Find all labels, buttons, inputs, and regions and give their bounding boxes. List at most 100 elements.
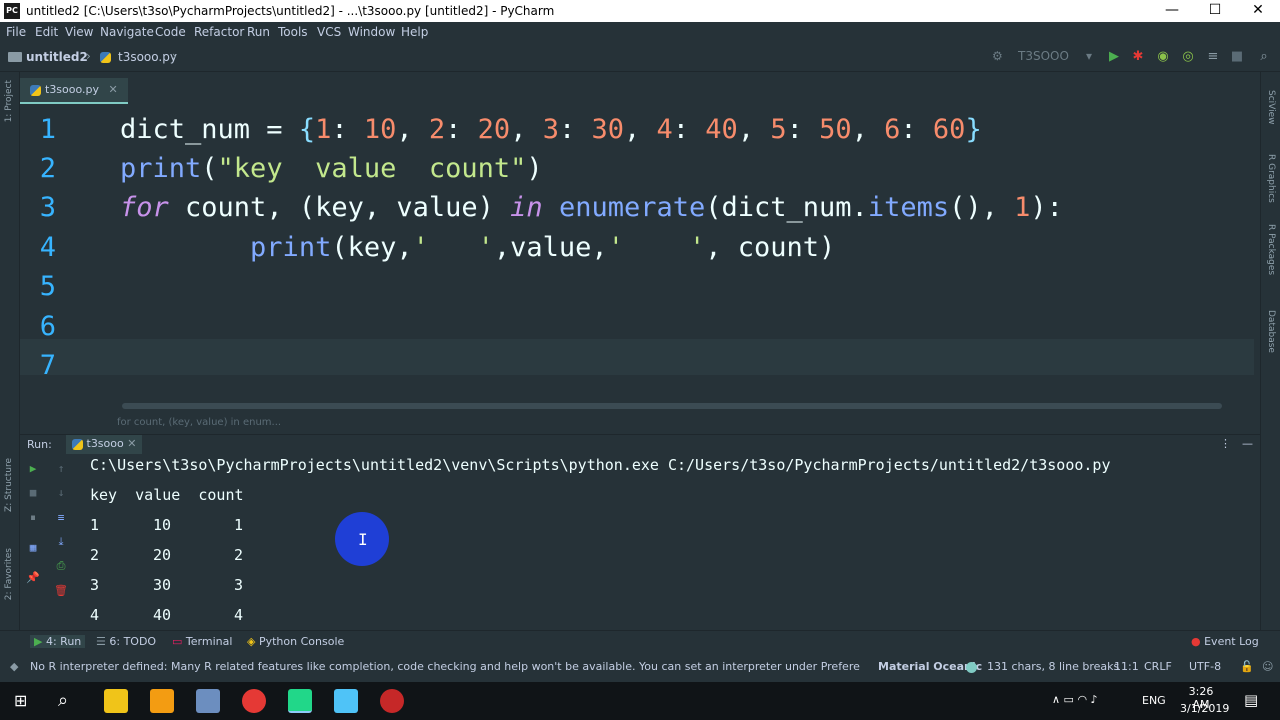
language-indicator[interactable]: ENG — [1142, 694, 1166, 707]
breadcrumb-project[interactable]: untitled2 — [26, 50, 88, 64]
code-editor[interactable]: 1 2 3 4 5 6 7 dict_num = {1: 10, 2: 20, … — [20, 108, 1260, 408]
run-config-select[interactable]: ⚙ T3SOOO ▾ — [986, 48, 1098, 66]
coverage-icon[interactable]: ◉ — [1155, 49, 1171, 65]
line-number: 4 — [39, 232, 56, 263]
debug-icon[interactable]: ✱ — [1130, 49, 1146, 65]
menu-run[interactable]: Run — [247, 25, 270, 39]
line-separator[interactable]: CRLF — [1144, 660, 1172, 673]
run-panel-header: Run: t3sooo ✕ ⋮ — — [20, 434, 1260, 455]
menu-tools[interactable]: Tools — [278, 25, 308, 39]
run-console[interactable]: ▶ ↑ ■ ↓ ⏸ ≡ ▦ ⤓ ⎙ 📌 🗑 C:\Users\t3so\Pych… — [20, 454, 1260, 630]
breadcrumb-file[interactable]: t3sooo.py — [118, 50, 177, 64]
down-arrow-icon[interactable]: ↓ — [54, 486, 68, 500]
chevron-right-icon: › — [86, 49, 91, 63]
close-icon[interactable]: ✕ — [127, 437, 136, 450]
hide-panel-icon[interactable]: — — [1242, 437, 1253, 450]
menu-edit[interactable]: Edit — [35, 25, 58, 39]
search-everywhere-icon[interactable]: ⌕ — [1256, 49, 1272, 65]
opera-icon[interactable] — [242, 689, 266, 713]
r-packages-tool-tab[interactable]: R Packages — [1266, 224, 1276, 275]
record-icon[interactable] — [380, 689, 404, 713]
tab-python-console-label: Python Console — [258, 635, 345, 648]
menu-window[interactable]: Window — [348, 25, 395, 39]
menu-bar: File Edit View Navigate Code Refactor Ru… — [0, 22, 1280, 44]
python-file-icon — [100, 52, 111, 63]
line-number: 3 — [39, 192, 56, 223]
run-icon[interactable]: ▶ — [1106, 49, 1122, 65]
tab-t3sooo[interactable]: t3sooo.py ✕ — [20, 78, 128, 104]
pin-icon[interactable]: 📌 — [26, 571, 40, 585]
pause-icon[interactable]: ⏸ — [26, 511, 40, 525]
tab-event-log[interactable]: ● Event Log — [1191, 635, 1259, 648]
windows-taskbar: ⊞ ⌕ ∧ ▭ ◠ ♪ ENG 3:26 AM 3/1/2019 ▤ — [0, 682, 1280, 720]
code-breadcrumb[interactable]: for count, (key, value) in enum... — [20, 414, 1260, 432]
favorites-tool-tab[interactable]: 2: Favorites — [4, 548, 14, 600]
tab-run-label: 4: Run — [45, 635, 82, 648]
sciview-tool-tab[interactable]: SciView — [1266, 90, 1276, 125]
print-icon[interactable]: ⎙ — [54, 559, 68, 573]
close-icon[interactable]: ✕ — [109, 83, 118, 96]
console-count: 2 — [234, 546, 244, 564]
soft-wrap-icon[interactable]: ≡ — [54, 511, 68, 525]
close-button[interactable]: ✕ — [1236, 0, 1280, 22]
file-explorer-icon[interactable] — [104, 689, 128, 713]
folder-icon — [8, 52, 22, 62]
r-graphics-tool-tab[interactable]: R Graphics — [1266, 154, 1276, 203]
more-options-icon[interactable]: ⋮ — [1220, 437, 1231, 450]
tab-run[interactable]: ▶ 4: Run — [30, 635, 86, 648]
up-arrow-icon[interactable]: ↑ — [54, 462, 68, 476]
console-key: 4 — [90, 606, 100, 624]
scroll-to-end-icon[interactable]: ⤓ — [54, 535, 68, 549]
console-value: 40 — [153, 606, 172, 624]
tab-terminal[interactable]: ▭ Terminal — [172, 635, 232, 648]
menu-view[interactable]: View — [65, 25, 93, 39]
menu-help[interactable]: Help — [401, 25, 428, 39]
status-message[interactable]: No R interpreter defined: Many R related… — [30, 660, 860, 673]
maximize-button[interactable]: ☐ — [1193, 0, 1237, 22]
menu-file[interactable]: File — [6, 25, 26, 39]
line-number: 6 — [39, 311, 56, 342]
menu-vcs[interactable]: VCS — [317, 25, 341, 39]
python-file-icon — [72, 438, 83, 450]
console-count: 3 — [234, 576, 244, 594]
action-center-icon[interactable]: ▤ — [1244, 691, 1258, 709]
profile-icon[interactable]: ◎ — [1180, 49, 1196, 65]
menu-code[interactable]: Code — [155, 25, 186, 39]
stop-icon[interactable]: ■ — [1229, 49, 1245, 65]
run-tab[interactable]: t3sooo ✕ — [66, 435, 143, 455]
app-icon[interactable] — [334, 689, 358, 713]
search-icon[interactable]: ⌕ — [58, 690, 68, 711]
clock-date[interactable]: 3/1/2019 — [1180, 702, 1229, 715]
windows-start-icon[interactable]: ⊞ — [14, 692, 32, 710]
tray-icons[interactable]: ∧ ▭ ◠ ♪ — [1052, 693, 1098, 706]
text-cursor-icon: I — [358, 530, 368, 549]
console-header: key value count — [90, 486, 244, 504]
clear-icon[interactable]: 🗑 — [54, 584, 68, 598]
minimize-button[interactable]: — — [1150, 0, 1194, 22]
structure-tool-tab[interactable]: Z: Structure — [4, 458, 14, 512]
database-tool-tab[interactable]: Database — [1266, 310, 1276, 353]
file-encoding[interactable]: UTF-8 — [1189, 660, 1221, 673]
concurrency-icon[interactable]: ≡ — [1205, 49, 1221, 65]
horizontal-scrollbar[interactable] — [122, 403, 1222, 409]
menu-navigate[interactable]: Navigate — [100, 25, 154, 39]
right-tool-strip: SciView R Graphics R Packages Database — [1260, 72, 1280, 630]
lock-icon[interactable]: 🔓 — [1240, 660, 1254, 673]
pycharm-icon[interactable] — [288, 689, 312, 713]
notifications-icon[interactable]: ☺ — [1262, 660, 1273, 673]
title-bar: PC untitled2 [C:\Users\t3so\PycharmProje… — [0, 0, 1280, 22]
sublime-text-icon[interactable] — [150, 689, 174, 713]
restore-layout-icon[interactable]: ▦ — [26, 541, 40, 555]
project-tool-tab[interactable]: 1: Project — [4, 80, 14, 122]
window-title: untitled2 [C:\Users\t3so\PycharmProjects… — [26, 4, 555, 18]
menu-refactor[interactable]: Refactor — [194, 25, 244, 39]
console-count: 4 — [234, 606, 244, 624]
tab-todo[interactable]: ☰ 6: TODO — [96, 635, 156, 648]
run-config-label: T3SOOO — [1018, 49, 1069, 63]
rerun-icon[interactable]: ▶ — [26, 462, 40, 476]
console-count: 1 — [234, 516, 244, 534]
cursor-position[interactable]: 11:1 — [1114, 660, 1139, 673]
tab-python-console[interactable]: ◈ Python Console — [247, 635, 344, 648]
stop-icon[interactable]: ■ — [26, 486, 40, 500]
app-icon[interactable] — [196, 689, 220, 713]
